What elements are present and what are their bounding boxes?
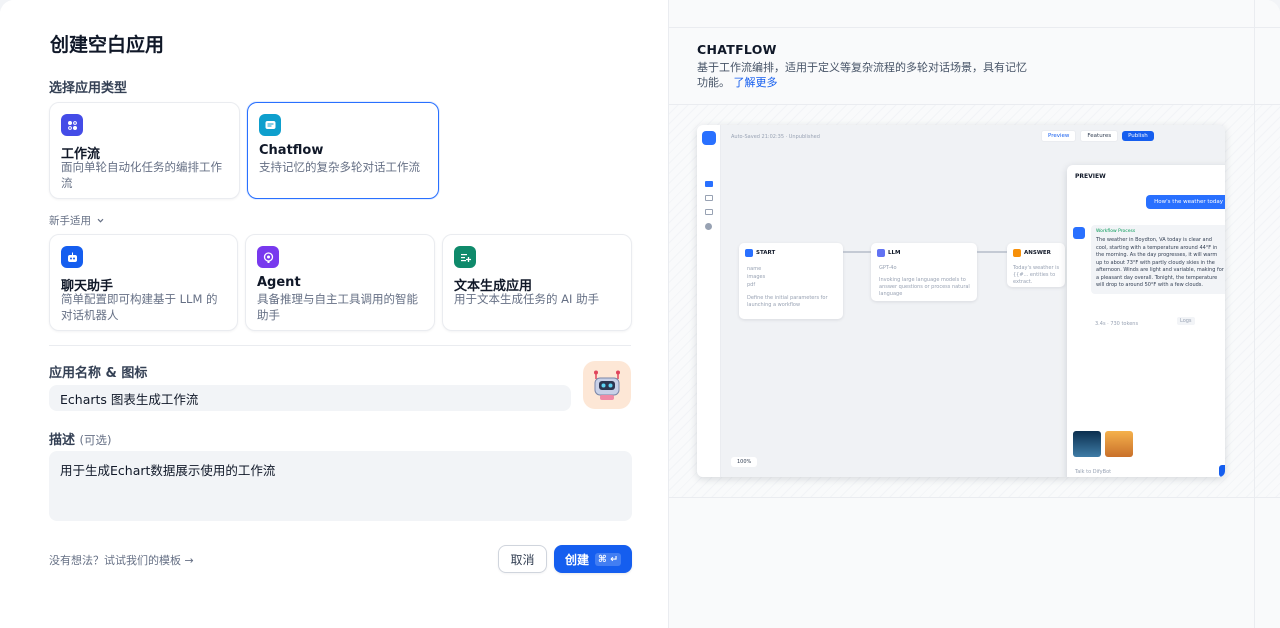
app-type-text-generation[interactable]: 文本生成应用 用于文本生成任务的 AI 助手 — [442, 234, 632, 331]
message-meta: 3.4s · 730 tokens — [1095, 321, 1139, 327]
image-attachment-thumb — [1073, 431, 1101, 457]
text-gen-icon — [454, 246, 476, 268]
bot-message: Workflow Process The weather in Boydton,… — [1091, 225, 1225, 294]
node-rows: name images pdf — [747, 265, 765, 289]
divider — [49, 345, 631, 346]
canvas-icon — [705, 181, 713, 187]
screenshot-toolbar: Preview Features Publish — [1041, 130, 1154, 142]
zoom-level: 100% — [737, 459, 752, 465]
node-title: ANSWER — [1024, 250, 1051, 256]
cancel-button[interactable]: 取消 — [498, 545, 547, 573]
preview-illustration-area: Auto-Saved 21:02:35 · Unpublished Previe… — [669, 104, 1280, 498]
workflow-process-tag: Workflow Process — [1096, 229, 1136, 234]
learn-more-link[interactable]: 了解更多 — [734, 76, 778, 89]
image-icon — [705, 195, 713, 201]
card-desc: 简单配置即可构建基于 LLM 的对话机器人 — [61, 292, 218, 322]
chat-bot-icon — [61, 246, 83, 268]
robot-avatar-icon — [594, 370, 620, 400]
features-button: Features — [1080, 130, 1119, 142]
beginner-toggle[interactable]: 新手适用 — [49, 213, 105, 228]
zoom-control: 100% — [731, 457, 758, 467]
dialog-title: 创建空白应用 — [50, 34, 165, 56]
answer-node: ANSWER Today's weather is {{#... entitie… — [1007, 243, 1065, 287]
node-row: GPT-4o — [879, 265, 897, 271]
screenshot-sidebar — [697, 125, 721, 477]
chat-preview-panel: PREVIEW How's the weather today Workflow… — [1067, 165, 1225, 477]
preview-title: CHATFLOW — [697, 42, 777, 57]
beginner-label: 新手适用 — [49, 215, 91, 227]
right-edge-line — [1254, 0, 1255, 628]
optional-tag: (可选) — [79, 433, 112, 447]
autosave-status: Auto-Saved 21:02:35 · Unpublished — [731, 134, 820, 140]
chatflow-screenshot: Auto-Saved 21:02:35 · Unpublished Previe… — [697, 125, 1225, 477]
workflow-icon — [61, 114, 83, 136]
node-edges — [843, 251, 1007, 253]
app-icon-picker[interactable] — [583, 361, 631, 409]
settings-icon — [705, 223, 712, 230]
node-row: pdf — [747, 282, 756, 288]
card-title: Chatflow — [259, 143, 324, 158]
app-type-label: 选择应用类型 — [49, 81, 128, 96]
description-textarea[interactable]: 用于生成Echart数据展示使用的工作流 — [49, 451, 632, 521]
create-app-dialog: 创建空白应用 选择应用类型 工作流 面向单轮自动化任务的编排工作流 Chatfl… — [0, 0, 1280, 628]
node-note: Define the initial parameters for launch… — [747, 295, 828, 308]
agent-icon — [257, 246, 279, 268]
node-note: Today's weather is {{#... entities to ex… — [1013, 265, 1060, 285]
card-desc: 支持记忆的复杂多轮对话工作流 — [259, 160, 420, 174]
preview-pane: CHATFLOW 基于工作流编排，适用于定义等复杂流程的多轮对话场景，具有记忆功… — [668, 0, 1280, 628]
node-note: Invoking large language models to answer… — [879, 277, 970, 297]
app-type-agent[interactable]: Agent 具备推理与自主工具调用的智能助手 — [245, 234, 435, 331]
card-desc: 具备推理与自主工具调用的智能助手 — [257, 292, 418, 322]
app-name-label: 应用名称 & 图标 — [49, 366, 148, 381]
node-title: START — [756, 250, 776, 256]
app-type-chat-assistant[interactable]: 聊天助手 简单配置即可构建基于 LLM 的对话机器人 — [49, 234, 238, 331]
chat-input-placeholder: Talk to DifyBot — [1075, 469, 1112, 475]
app-type-chatflow[interactable]: Chatflow 支持记忆的复杂多轮对话工作流 — [247, 102, 439, 199]
preview-description: 基于工作流编排，适用于定义等复杂流程的多轮对话场景，具有记忆功能。 了解更多 — [697, 60, 1037, 90]
logs-button: Logs — [1177, 317, 1195, 325]
left-pane: 创建空白应用 选择应用类型 工作流 面向单轮自动化任务的编排工作流 Chatfl… — [0, 0, 668, 628]
chatflow-icon — [259, 114, 281, 136]
image-attachment-thumb — [1105, 431, 1133, 457]
bot-message-text: The weather in Boydton, VA today is clea… — [1096, 237, 1224, 288]
description-label-row: 描述 (可选) — [49, 429, 112, 448]
shortcut-hint: ⌘ ↵ — [594, 552, 622, 566]
panel-title: PREVIEW — [1075, 173, 1106, 180]
doc-icon — [705, 209, 713, 215]
template-hint-link[interactable]: 没有想法？试试我们的模板 → — [49, 552, 194, 568]
node-row: name — [747, 266, 762, 272]
card-title: Agent — [257, 275, 301, 290]
create-label: 创建 — [564, 552, 589, 567]
create-button[interactable]: 创建 ⌘ ↵ — [554, 545, 632, 573]
publish-button: Publish — [1122, 131, 1154, 141]
app-name-input[interactable]: Echarts 图表生成工作流 — [49, 385, 571, 411]
app-type-workflow[interactable]: 工作流 面向单轮自动化任务的编排工作流 — [49, 102, 240, 199]
start-node: START name images pdf Define the initial… — [739, 243, 843, 319]
send-icon — [1219, 465, 1225, 477]
app-logo-icon — [702, 131, 716, 145]
user-message: How's the weather today — [1146, 195, 1225, 209]
card-desc: 用于文本生成任务的 AI 助手 — [454, 292, 600, 306]
node-row: images — [747, 274, 766, 280]
preview-button: Preview — [1041, 130, 1077, 142]
description-label: 描述 — [49, 433, 76, 448]
bot-avatar-icon — [1073, 227, 1085, 239]
preview-header-bar — [669, 0, 1280, 28]
card-desc: 面向单轮自动化任务的编排工作流 — [61, 160, 222, 190]
chevron-down-icon — [97, 218, 104, 223]
